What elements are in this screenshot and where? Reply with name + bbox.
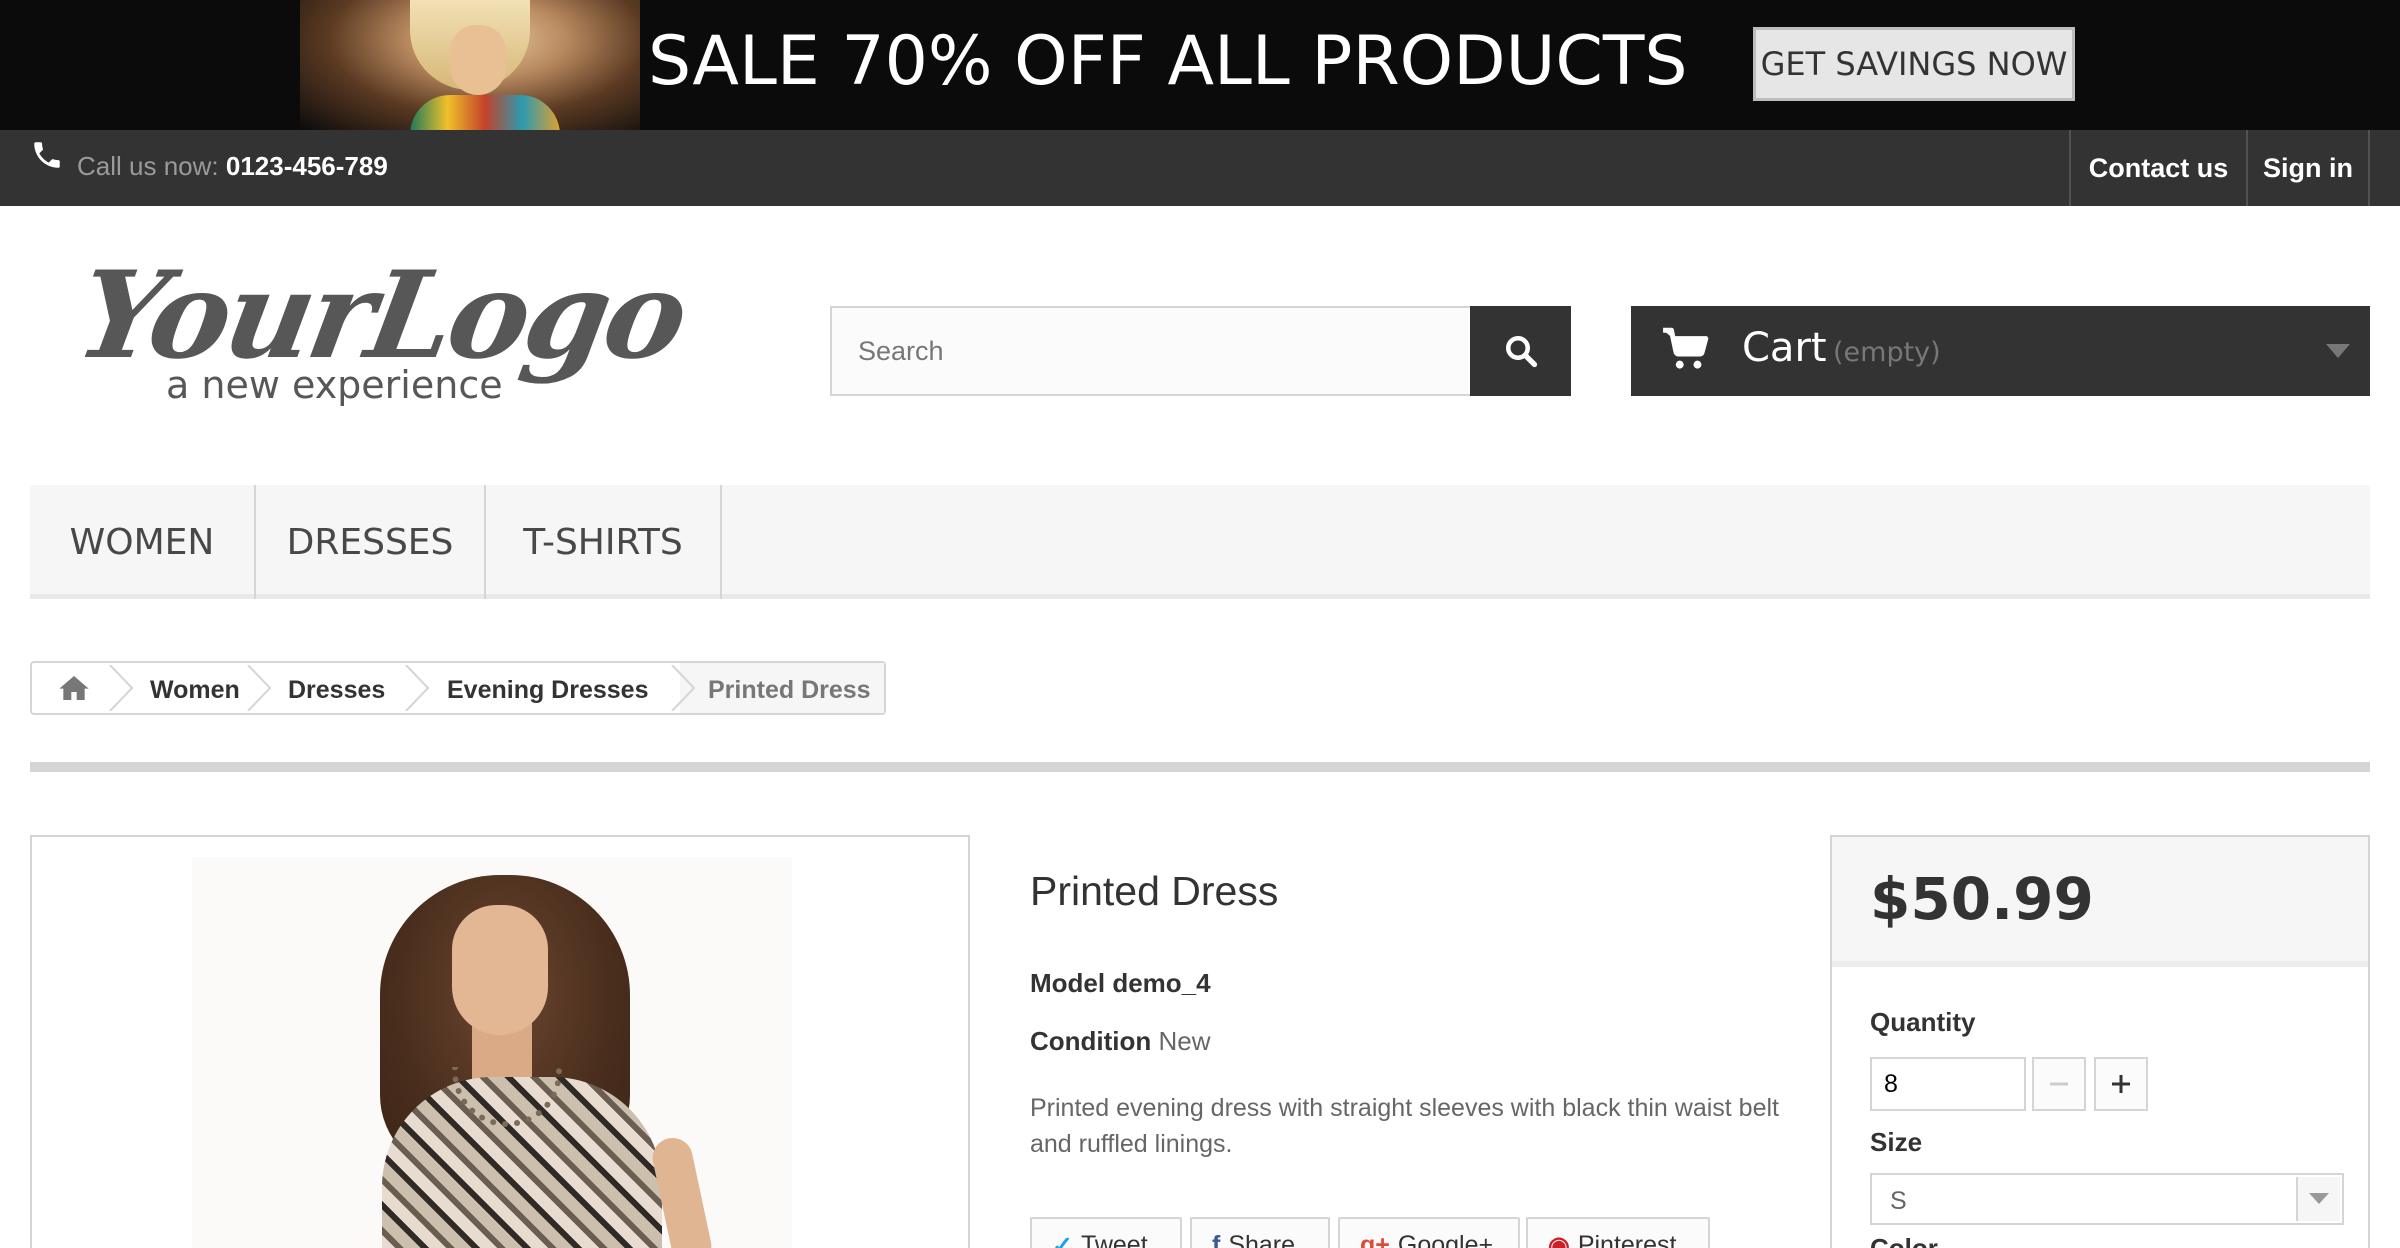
color-label: Color: [1870, 1233, 1938, 1248]
breadcrumb-evening-dresses[interactable]: Evening Dresses: [447, 676, 649, 705]
search-icon: [1505, 336, 1537, 368]
menu-item-women[interactable]: WOMEN: [30, 485, 256, 599]
cart-label: Cart: [1742, 325, 1827, 371]
get-savings-button[interactable]: GET SAVINGS NOW: [1753, 27, 2075, 101]
size-label: Size: [1870, 1127, 1923, 1157]
quantity-increase-button[interactable]: [2094, 1057, 2148, 1111]
promo-banner[interactable]: SALE 70% OFF ALL PRODUCTS GET SAVINGS NO…: [0, 0, 2400, 130]
model-value: demo_4: [1112, 968, 1211, 998]
breadcrumb-separator: [109, 665, 134, 711]
price-area: $50.99: [1832, 837, 2368, 967]
condition-label: Condition: [1030, 1026, 1152, 1056]
phone-number: 0123-456-789: [225, 151, 388, 181]
facebook-icon: f: [1212, 1231, 1221, 1248]
breadcrumb: Women Dresses Evening Dresses Printed Dr…: [30, 661, 886, 715]
product-description: Printed evening dress with straight slee…: [1030, 1094, 1779, 1158]
contact-us-link[interactable]: Contact us: [2069, 130, 2246, 206]
tweet-label: Tweet: [1080, 1231, 1148, 1248]
tweet-button[interactable]: ✓ Tweet: [1030, 1217, 1182, 1248]
store-logo[interactable]: YourLogo a new experience: [68, 245, 695, 420]
product-price: $50.99: [1870, 865, 2094, 933]
banner-model-image: [300, 0, 640, 130]
sign-in-link[interactable]: Sign in: [2246, 130, 2370, 206]
product-title: Printed Dress: [1030, 868, 1279, 914]
breadcrumb-current: Printed Dress: [708, 676, 871, 704]
banner-headline: SALE 70% OFF ALL PRODUCTS: [648, 22, 1688, 101]
minus-icon: [2050, 1082, 2068, 1086]
chevron-down-icon: [2296, 1177, 2340, 1221]
quantity-decrease-button[interactable]: [2032, 1057, 2086, 1111]
product-model: Model demo_4: [1030, 968, 1211, 999]
cart-button[interactable]: Cart (empty): [1631, 306, 2370, 396]
cart-status: (empty): [1833, 337, 1941, 368]
breadcrumb-separator: [247, 665, 272, 711]
twitter-icon: ✓: [1052, 1232, 1073, 1248]
call-us-text: Call us now: 0123-456-789: [77, 151, 388, 182]
phone-icon: [34, 142, 60, 168]
search-input[interactable]: [830, 306, 1472, 396]
size-select[interactable]: S: [1870, 1173, 2344, 1225]
home-icon: [59, 676, 89, 700]
call-us-prefix: Call us now:: [77, 151, 219, 181]
condition-value: New: [1158, 1026, 1211, 1056]
breadcrumb-dresses[interactable]: Dresses: [288, 676, 385, 705]
product-condition: Condition New: [1030, 1026, 1211, 1057]
chevron-down-icon: [2326, 344, 2350, 358]
pinterest-button[interactable]: ◉ Pinterest: [1526, 1217, 1710, 1248]
quantity-input[interactable]: [1870, 1057, 2026, 1111]
breadcrumb-women[interactable]: Women: [150, 676, 240, 705]
share-label: Share: [1228, 1231, 1296, 1248]
breadcrumb-separator: [405, 665, 430, 711]
buy-box: $50.99 Quantity Size S Color: [1830, 835, 2370, 1248]
logo-tagline: a new experience: [166, 363, 503, 407]
quantity-label: Quantity: [1870, 1007, 1976, 1037]
pinterest-label: Pinterest: [1577, 1231, 1677, 1248]
google-plus-icon: g+: [1360, 1231, 1390, 1248]
section-divider: [30, 762, 2370, 772]
menu-item-dresses[interactable]: DRESSES: [256, 485, 486, 599]
google-plus-button[interactable]: g+ Google+: [1338, 1217, 1520, 1248]
product-image[interactable]: [30, 835, 970, 1248]
plus-icon: [2112, 1075, 2130, 1093]
cart-icon: [1663, 327, 1709, 369]
menu-item-tshirts[interactable]: T-SHIRTS: [486, 485, 722, 599]
search-button[interactable]: [1470, 306, 1571, 396]
google-label: Google+: [1397, 1231, 1494, 1248]
pinterest-icon: ◉: [1548, 1232, 1570, 1248]
facebook-share-button[interactable]: f Share: [1190, 1217, 1330, 1248]
breadcrumb-home[interactable]: [34, 663, 114, 713]
size-value: S: [1890, 1187, 1907, 1215]
model-label: Model: [1030, 968, 1106, 998]
